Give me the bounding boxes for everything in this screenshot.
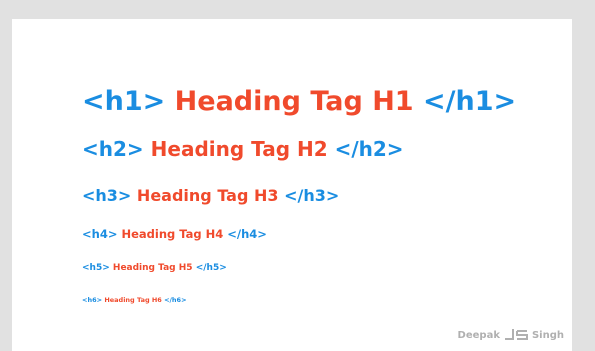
h3-close-tag: </h3>	[284, 186, 340, 205]
h1-text: Heading Tag H1	[174, 86, 414, 117]
heading-h1-line: <h1> Heading Tag H1 </h1>	[82, 88, 516, 115]
h6-text: Heading Tag H6	[104, 296, 162, 304]
heading-card: <h1> Heading Tag H1 </h1> <h2> Heading T…	[12, 19, 572, 351]
logo-ds-mark-icon	[503, 327, 529, 341]
logo-left-text: Deepak	[457, 330, 500, 341]
h6-close-tag: </h6>	[164, 296, 187, 304]
logo-right-text: Singh	[531, 330, 564, 341]
h4-close-tag: </h4>	[227, 227, 267, 241]
heading-h5-line: <h5> Heading Tag H5 </h5>	[82, 264, 227, 273]
h1-open-tag: <h1>	[82, 86, 166, 117]
h5-open-tag: <h5>	[82, 263, 110, 273]
h6-open-tag: <h6>	[82, 296, 103, 304]
h2-text: Heading Tag H2	[150, 137, 328, 161]
h5-close-tag: </h5>	[195, 263, 227, 273]
h5-text: Heading Tag H5	[112, 263, 193, 273]
heading-h2-line: <h2> Heading Tag H2 </h2>	[82, 139, 404, 159]
heading-h4-line: <h4> Heading Tag H4 </h4>	[82, 227, 267, 241]
heading-h3-line: <h3> Heading Tag H3 </h3>	[82, 188, 339, 204]
heading-h6-line: <h6> Heading Tag H6 </h6>	[82, 297, 187, 304]
h3-open-tag: <h3>	[82, 186, 132, 205]
deepak-singh-logo: Deepak Singh	[458, 327, 564, 341]
h4-open-tag: <h4>	[82, 227, 118, 241]
h2-close-tag: </h2>	[334, 137, 404, 161]
h3-text: Heading Tag H3	[136, 186, 279, 205]
h2-open-tag: <h2>	[82, 137, 144, 161]
h1-close-tag: </h1>	[423, 86, 517, 117]
h4-text: Heading Tag H4	[121, 227, 224, 241]
